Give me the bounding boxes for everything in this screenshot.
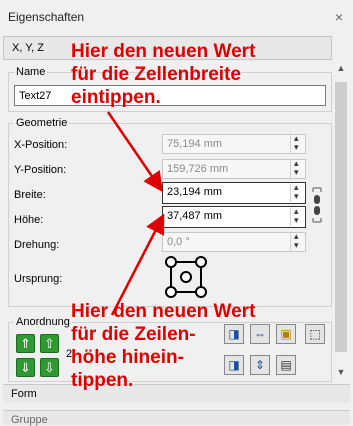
- origin-selector-icon[interactable]: [162, 254, 210, 300]
- tab-xyz-label: X, Y, Z: [12, 42, 45, 54]
- lower-button[interactable]: ⇩: [40, 358, 59, 377]
- height-label: Höhe:: [14, 214, 44, 226]
- annotation-top-line: Hier den neuen Wert: [71, 41, 256, 62]
- geometry-group-label: Geometrie: [14, 117, 70, 129]
- annotation-bottom-line: Hier den neuen Wert: [71, 301, 256, 322]
- section-group-label: Gruppe: [11, 414, 48, 426]
- raise-button[interactable]: ⇧: [40, 334, 59, 353]
- rotation-field: 0,0 °: [162, 232, 306, 252]
- lock-icon[interactable]: ▣: [276, 324, 296, 344]
- scroll-up-arrow-icon[interactable]: ▲: [335, 62, 347, 74]
- height-input[interactable]: 37,487 mm: [162, 206, 306, 228]
- annotation-top-line: eintippen.: [71, 87, 161, 108]
- scroll-thumb[interactable]: [335, 82, 347, 352]
- print-icon[interactable]: ▤: [276, 355, 296, 375]
- close-button[interactable]: ×: [330, 8, 348, 26]
- name-group-label: Name: [14, 66, 48, 78]
- y-position-spin: [290, 158, 304, 178]
- annotation-bottom-line: tippen.: [71, 370, 134, 391]
- height-spin[interactable]: [290, 206, 304, 226]
- rotation-label: Drehung:: [14, 239, 60, 251]
- scroll-down-arrow-icon[interactable]: ▼: [335, 366, 347, 378]
- y-position-field: 159,726 mm: [162, 159, 306, 179]
- width-label: Breite:: [14, 189, 46, 201]
- section-group[interactable]: Gruppe: [3, 410, 350, 426]
- annotation-bottom-line: höhe hinein-: [71, 347, 184, 368]
- raise-to-top-button[interactable]: ⇑: [16, 334, 35, 353]
- link-chain-icon[interactable]: [311, 186, 323, 224]
- arrangement-group-label: Anordnung: [14, 316, 72, 328]
- frame-select-icon[interactable]: ⬚: [305, 324, 325, 344]
- x-position-spin: [290, 133, 304, 153]
- origin-label: Ursprung:: [14, 273, 63, 285]
- width-input[interactable]: 23,194 mm: [162, 182, 306, 204]
- width-spin[interactable]: [290, 182, 304, 202]
- lower-to-bottom-button[interactable]: ⇓: [16, 358, 35, 377]
- section-form-label: Form: [11, 388, 37, 400]
- annotation-bottom: Hier den neuen Wert für die Zeilen- höhe…: [71, 300, 255, 392]
- annotation-bottom-line: für die Zeilen-: [71, 324, 196, 345]
- annotation-top: Hier den neuen Wert für die Zellenbreite…: [71, 40, 255, 109]
- y-position-label: Y-Position:: [14, 164, 67, 176]
- rotation-spin: [290, 231, 304, 251]
- x-position-field: 75,194 mm: [162, 134, 306, 154]
- window-title: Eigenschaften: [8, 10, 85, 24]
- x-position-label: X-Position:: [14, 139, 68, 151]
- annotation-top-line: für die Zellenbreite: [71, 64, 241, 85]
